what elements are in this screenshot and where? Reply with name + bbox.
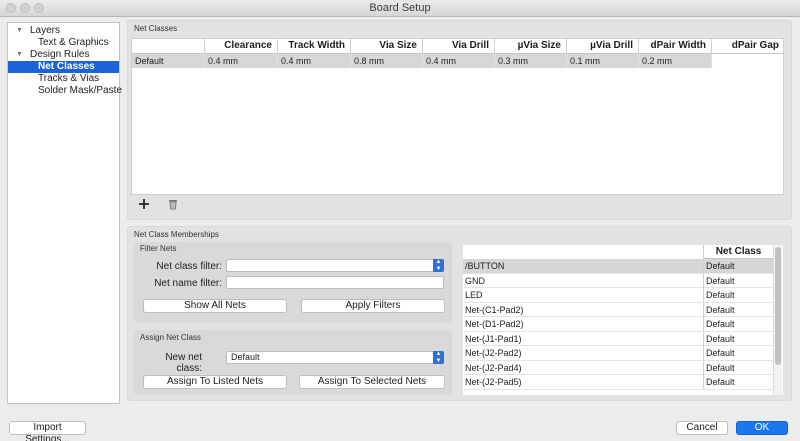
net-classes-title: Net Classes [134,24,178,33]
net-name: LED [465,290,483,300]
window-title: Board Setup [369,2,431,14]
disclosure-triangle-icon[interactable]: ▼ [16,49,23,61]
table-row[interactable]: /BUTTON Default [463,259,773,274]
net-name: Net-(J1-Pad1) [465,333,522,344]
tree-item-design-rules[interactable]: ▼ Design Rules [8,49,119,61]
membership-scrollbar[interactable] [773,245,782,395]
net-class-value: Default [703,317,773,331]
net-class-value: Default [703,302,773,317]
import-settings-button[interactable]: Import Settings... [9,421,86,441]
net-class-value: Default [703,375,773,389]
net-class-value: Default [703,273,773,288]
net-name: /BUTTON [465,261,505,271]
net-name: Net-(J2-Pad4) [465,362,522,373]
net-class-value: Default [703,259,773,273]
settings-tree: ▼ Layers Text & Graphics ▼ Design Rules … [7,22,122,404]
net-class-value: Default [703,360,773,375]
net-name: Net-(C1-Pad2) [465,304,524,315]
delete-net-class-button[interactable] [165,198,181,212]
via-size-cell[interactable]: 0.8 mm [351,54,423,68]
scrollbar-thumb[interactable] [775,247,781,365]
new-net-class-label: New net class: [165,352,202,374]
tree-item-layers[interactable]: ▼ Layers [8,25,119,37]
column-header-clearance[interactable]: Clearance [205,39,278,54]
assign-to-selected-nets-button[interactable]: Assign To Selected Nets [299,375,445,389]
dropdown-arrows-icon: ▲ ▼ [433,259,444,272]
net-classes-table: Clearance Track Width Via Size Via Drill… [131,38,784,195]
column-header-uvia-drill[interactable]: µVia Drill [567,39,639,54]
column-header-uvia-size[interactable]: µVia Size [495,39,567,54]
table-row[interactable]: Net-(C1-Pad2) Default [463,302,773,317]
title-bar: Board Setup [0,0,800,17]
net-name: Net-(J2-Pad5) [465,377,522,387]
column-header-dpair-gap[interactable]: dPair Gap [712,39,783,54]
plus-icon [139,199,149,209]
uvia-size-cell[interactable]: 0.3 mm [495,54,567,68]
table-row[interactable]: GND Default [463,273,773,288]
table-row[interactable]: Net-(J1-Pad1) Default [463,331,773,346]
net-name-filter-input[interactable] [226,276,444,289]
column-header-name [132,39,205,54]
add-net-class-button[interactable] [136,198,152,212]
table-row[interactable]: Net-(J2-Pad2) Default [463,346,773,361]
uvia-drill-cell[interactable]: 0.1 mm [567,54,639,68]
dpair-width-cell[interactable]: 0.2 mm [639,54,712,68]
net-class-value: Default [703,346,773,360]
net-class-value: Default [703,288,773,302]
cancel-button[interactable]: Cancel [676,421,728,435]
tree-item-net-classes[interactable]: Net Classes [8,61,119,73]
net-membership-table: Net Class /BUTTON Default GND Default LE… [463,245,783,395]
net-class-name-cell[interactable]: Default [132,54,205,68]
tree-item-solder-mask-paste[interactable]: Solder Mask/Paste [8,85,122,97]
table-row[interactable]: Net-(J2-Pad4) Default [463,360,773,375]
table-row[interactable]: LED Default [463,288,773,303]
trash-icon [169,200,177,210]
column-header-net-class[interactable]: Net Class [703,245,773,259]
filter-nets-title: Filter Nets [140,244,177,253]
column-header-via-drill[interactable]: Via Drill [423,39,495,54]
net-class-filter-dropdown[interactable]: ▲ ▼ [226,259,444,272]
net-name: GND [465,275,485,286]
tree-item-tracks-vias[interactable]: Tracks & Vias [8,73,119,85]
clearance-cell[interactable]: 0.4 mm [205,54,278,68]
tree-item-text-graphics[interactable]: Text & Graphics [8,37,119,49]
net-name: Net-(J2-Pad2) [465,348,522,358]
dpair-gap-cell[interactable] [712,54,783,68]
net-class-filter-label: Net class filter: [156,261,222,272]
net-class-value: Default [703,331,773,346]
net-name-filter-label: Net name filter: [154,278,222,289]
via-drill-cell[interactable]: 0.4 mm [423,54,495,68]
column-header-dpair-width[interactable]: dPair Width [639,39,712,54]
apply-filters-button[interactable]: Apply Filters [301,299,445,313]
disclosure-triangle-icon[interactable]: ▼ [16,25,23,37]
track-width-cell[interactable]: 0.4 mm [278,54,351,68]
assign-to-listed-nets-button[interactable]: Assign To Listed Nets [143,375,287,389]
ok-button[interactable]: OK [736,421,788,435]
assign-net-class-title: Assign Net Class [140,333,201,342]
column-header-track-width[interactable]: Track Width [278,39,351,54]
table-row[interactable]: Net-(D1-Pad2) Default [463,317,773,332]
new-net-class-dropdown[interactable]: Default ▲ ▼ [226,351,444,364]
column-header-via-size[interactable]: Via Size [351,39,423,54]
net-name: Net-(D1-Pad2) [465,319,524,329]
dropdown-arrows-icon: ▲ ▼ [433,351,444,364]
show-all-nets-button[interactable]: Show All Nets [143,299,287,313]
table-row[interactable]: Net-(J2-Pad5) Default [463,375,773,390]
memberships-title: Net Class Memberships [134,230,219,239]
